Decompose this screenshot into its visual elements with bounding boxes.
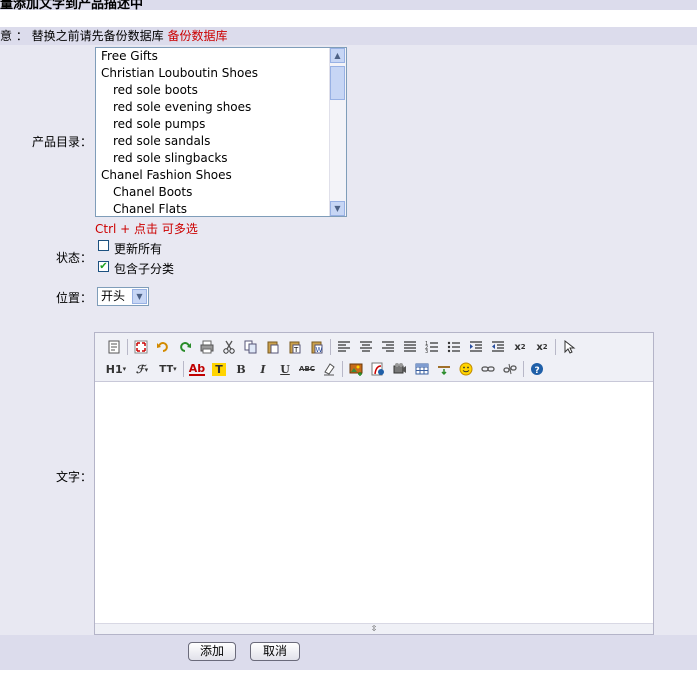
include-subcategories-checkbox[interactable]: ✔ (98, 261, 109, 272)
editor-toolbar: T W 123 x2 x2 H1 ▾ ℱ ▾ TT ▾ Ab T B I U A… (95, 333, 653, 382)
category-option[interactable]: Chanel Flats (96, 201, 346, 216)
category-option[interactable]: Free Gifts (96, 48, 346, 65)
font-size-icon[interactable]: TT ▾ (155, 359, 181, 379)
category-option[interactable]: red sole evening shoes (96, 99, 346, 116)
align-center-icon[interactable] (355, 337, 377, 357)
position-select[interactable]: 开头 ▼ (97, 287, 149, 306)
italic-icon[interactable]: I (252, 359, 274, 379)
hr-icon[interactable] (433, 359, 455, 379)
subscript-icon[interactable]: x2 (509, 337, 531, 357)
svg-text:W: W (316, 346, 323, 354)
toolbar-separator (555, 339, 556, 355)
print-icon[interactable] (196, 337, 218, 357)
toolbar-separator (127, 339, 128, 355)
backup-database-link[interactable]: 备份数据库 (167, 29, 227, 43)
chevron-down-icon[interactable]: ▼ (132, 289, 147, 304)
notice-text: 意 ： 替换之前请先备份数据库 (0, 29, 164, 43)
link-icon[interactable] (477, 359, 499, 379)
paste-icon[interactable] (262, 337, 284, 357)
category-option[interactable]: Chanel Fashion Shoes (96, 167, 346, 184)
superscript-icon[interactable]: x2 (531, 337, 553, 357)
underline-icon[interactable]: U (274, 359, 296, 379)
update-all-checkbox[interactable] (98, 240, 109, 251)
outdent-icon[interactable] (487, 337, 509, 357)
editor-resize-handle[interactable]: ⇳ (95, 623, 653, 634)
indent-icon[interactable] (465, 337, 487, 357)
text-color-text: Ab (188, 361, 206, 376)
source-icon[interactable] (103, 337, 125, 357)
remove-format-icon[interactable] (318, 359, 340, 379)
rich-text-editor: T W 123 x2 x2 H1 ▾ ℱ ▾ TT ▾ Ab T B I U A… (94, 332, 654, 635)
category-option[interactable]: Chanel Boots (96, 184, 346, 201)
category-option[interactable]: red sole slingbacks (96, 150, 346, 167)
paste-word-icon[interactable]: W (306, 337, 328, 357)
category-option[interactable]: red sole pumps (96, 116, 346, 133)
toolbar-separator (523, 361, 524, 377)
editor-content-area[interactable] (95, 382, 653, 623)
svg-text:T: T (293, 346, 299, 354)
select-all-icon[interactable] (558, 337, 580, 357)
update-all-label: 更新所有 (114, 242, 163, 256)
category-option[interactable]: red sole sandals (96, 133, 346, 150)
copy-icon[interactable] (240, 337, 262, 357)
emoticon-icon[interactable] (455, 359, 477, 379)
scroll-down-icon[interactable]: ▼ (330, 201, 345, 216)
add-button[interactable]: 添加 (188, 642, 236, 661)
fullscreen-icon[interactable] (130, 337, 152, 357)
title-bar: 量添加文字到产品描述中 (0, 0, 697, 10)
undo-icon[interactable] (152, 337, 174, 357)
table-icon[interactable] (411, 359, 433, 379)
strikethrough-icon[interactable]: ABC (296, 359, 318, 379)
help-icon[interactable]: ? (526, 359, 548, 379)
backup-notice: 意 ： 替换之前请先备份数据库 备份数据库 (0, 27, 697, 45)
category-scrollbar[interactable]: ▲ ▼ (329, 48, 346, 216)
category-listbox[interactable]: Free Gifts Christian Louboutin Shoes red s… (95, 47, 347, 217)
image-icon[interactable] (345, 359, 367, 379)
cut-icon[interactable] (218, 337, 240, 357)
scroll-up-icon[interactable]: ▲ (330, 48, 345, 63)
position-value: 开头 (101, 289, 126, 303)
flash-icon[interactable] (367, 359, 389, 379)
media-icon[interactable] (389, 359, 411, 379)
cancel-button[interactable]: 取消 (250, 642, 300, 661)
heading-icon[interactable]: H1 ▾ (103, 359, 129, 379)
font-family-icon[interactable]: ℱ ▾ (129, 359, 155, 379)
toolbar-separator (183, 361, 184, 377)
unlink-icon[interactable] (499, 359, 521, 379)
align-left-icon[interactable] (333, 337, 355, 357)
action-bar: 添加 取消 (0, 635, 697, 670)
redo-icon[interactable] (174, 337, 196, 357)
multi-select-hint: Ctrl + 点击 可多选 (95, 222, 198, 236)
position-label: 位置： (55, 291, 92, 305)
unordered-list-icon[interactable] (443, 337, 465, 357)
bold-icon[interactable]: B (230, 359, 252, 379)
align-justify-icon[interactable] (399, 337, 421, 357)
text-label: 文字： (55, 470, 92, 484)
scroll-thumb[interactable] (330, 66, 345, 100)
toolbar-separator (342, 361, 343, 377)
highlight-icon[interactable]: T (208, 359, 230, 379)
page-title: 量添加文字到产品描述中 (0, 0, 144, 10)
status-label: 状态： (55, 251, 92, 265)
category-option[interactable]: red sole boots (96, 82, 346, 99)
font-size-text: TT (159, 363, 174, 375)
ordered-list-icon[interactable]: 123 (421, 337, 443, 357)
toolbar-separator (330, 339, 331, 355)
paste-text-icon[interactable]: T (284, 337, 306, 357)
text-color-icon[interactable]: Ab (186, 359, 208, 379)
svg-text:?: ? (535, 366, 540, 376)
highlight-text: T (212, 362, 226, 376)
category-label: 产品目录： (31, 135, 92, 149)
include-subcategories-label: 包含子分类 (114, 262, 175, 276)
align-right-icon[interactable] (377, 337, 399, 357)
svg-text:3: 3 (425, 349, 428, 354)
heading-text: H1 (105, 362, 123, 376)
category-option[interactable]: Christian Louboutin Shoes (96, 65, 346, 82)
